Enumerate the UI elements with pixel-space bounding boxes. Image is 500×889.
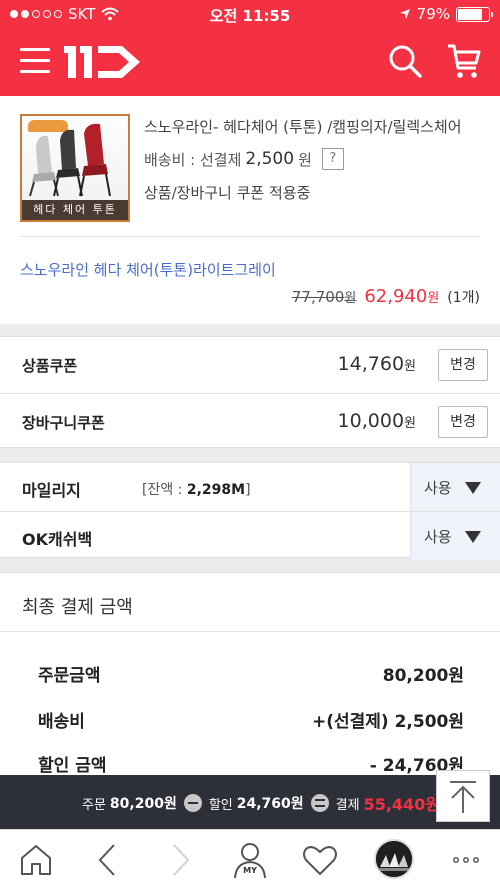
row-label: 주문금액 (38, 666, 101, 686)
shipping-unit: 원 (298, 150, 312, 169)
product-section: 헤다 체어 투톤 스노우라인- 헤다체어 (투톤) /캠핑의자/릴렉스체어 배송… (0, 96, 500, 324)
row-label: 할인 금액 (38, 756, 107, 776)
battery-percent: 79% (416, 5, 450, 23)
product-option[interactable]: 스노우라인 헤다 체어(투톤)라이트그레이 (20, 259, 276, 280)
status-bar: SKT 오전 11:55 79% (0, 0, 500, 28)
bottom-tab-bar: MY (0, 829, 500, 889)
shipping-help-button[interactable]: ? (321, 148, 344, 170)
back-icon[interactable] (88, 840, 128, 880)
location-arrow-icon (399, 9, 410, 19)
row-value: +(선결제) 2,500원 (311, 712, 464, 732)
final-payment-heading: 최종 결제 금액 (22, 597, 133, 618)
product-thumbnail[interactable]: 헤다 체어 투톤 (20, 114, 130, 222)
thumbnail-caption: 헤다 체어 투톤 (22, 200, 128, 220)
product-coupon-row: 상품쿠폰 14,760원 변경 (0, 337, 500, 393)
scroll-to-top-button[interactable] (436, 770, 490, 822)
chairs-image (29, 123, 111, 197)
cart-icon[interactable] (446, 42, 482, 80)
my-label: MY (243, 866, 257, 875)
my-icon[interactable]: MY (230, 840, 270, 880)
order-amount: 80,200원 (109, 796, 177, 812)
heart-icon[interactable] (300, 840, 340, 880)
product-title[interactable]: 스노우라인- 헤다체어 (투톤) /캠핑의자/릴렉스체어 (144, 116, 462, 137)
minus-icon (183, 794, 202, 812)
arrow-up-icon (450, 781, 476, 813)
search-icon[interactable] (388, 44, 422, 78)
coupon-label: 상품쿠폰 (22, 357, 78, 375)
price-row: 77,700원 62,940원 (1개) (292, 286, 480, 307)
divider (0, 631, 500, 632)
row-value: 80,200원 (382, 666, 464, 686)
payment-summary-bar: 주문 80,200원 할인 24,760원 결제 55,440원 (0, 775, 500, 829)
ok-cashbag-label: OK캐쉬백 (22, 530, 93, 549)
order-label: 주문 (82, 797, 106, 813)
shipping-amount: 2,500 (245, 149, 295, 169)
sale-price: 62,940원 (364, 286, 440, 307)
change-cart-coupon-button[interactable]: 변경 (438, 406, 488, 438)
summary-line: 주문 80,200원 할인 24,760원 결제 55,440원 (82, 791, 440, 815)
pay-label: 결제 (335, 797, 360, 813)
row-label: 배송비 (38, 712, 85, 732)
ok-cashbag-row: OK캐쉬백 사용 (0, 511, 500, 560)
cart-coupon-row: 장바구니쿠폰 10,000원 변경 (0, 393, 500, 449)
original-price: 77,700원 (291, 288, 357, 306)
coupon-applied-note: 상품/장바구니 쿠폰 적용중 (144, 184, 311, 202)
coupon-amount: 10,000원 (337, 410, 416, 432)
forward-icon[interactable] (160, 840, 200, 880)
quantity: (1개) (447, 290, 480, 306)
dropdown-arrow-icon (465, 531, 481, 543)
ok-cashbag-use-dropdown[interactable]: 사용 (410, 512, 500, 560)
recent-item-icon[interactable] (374, 839, 414, 879)
final-payment-section: 최종 결제 금액 주문금액 80,200원 배송비 +(선결제) 2,500원 … (0, 572, 500, 782)
coupon-amount: 14,760원 (337, 353, 416, 375)
mileage-balance: [잔액 : 2,298M] (142, 482, 251, 498)
battery-icon (456, 6, 493, 22)
coupon-label: 장바구니쿠폰 (22, 414, 105, 432)
mileage-label: 마일리지 (22, 481, 81, 500)
points-section: 마일리지 [잔액 : 2,298M] 사용 OK캐쉬백 사용 (0, 462, 500, 560)
divider (20, 236, 480, 237)
home-icon[interactable] (16, 840, 56, 880)
discount-amount: 24,760원 (236, 796, 304, 812)
recent-item-thumbnail (376, 841, 412, 877)
shipping-label: 배송비 : 선결제 (144, 150, 242, 169)
logo-11st[interactable] (64, 42, 144, 82)
mileage-use-dropdown[interactable]: 사용 (410, 463, 500, 511)
equals-icon (310, 794, 329, 812)
battery-group: 79% (399, 5, 493, 23)
coupon-section: 상품쿠폰 14,760원 변경 장바구니쿠폰 10,000원 변경 (0, 336, 500, 448)
more-icon[interactable] (446, 840, 486, 880)
change-product-coupon-button[interactable]: 변경 (438, 349, 488, 381)
hamburger-menu-icon[interactable] (20, 48, 50, 76)
shipping-info: 배송비 : 선결제 2,500 원 ? (144, 148, 344, 170)
discount-label: 할인 (208, 797, 233, 813)
pay-amount: 55,440원 (363, 795, 441, 814)
app-header (0, 28, 500, 96)
mileage-row: 마일리지 [잔액 : 2,298M] 사용 (0, 463, 500, 511)
dropdown-arrow-icon (465, 482, 481, 494)
